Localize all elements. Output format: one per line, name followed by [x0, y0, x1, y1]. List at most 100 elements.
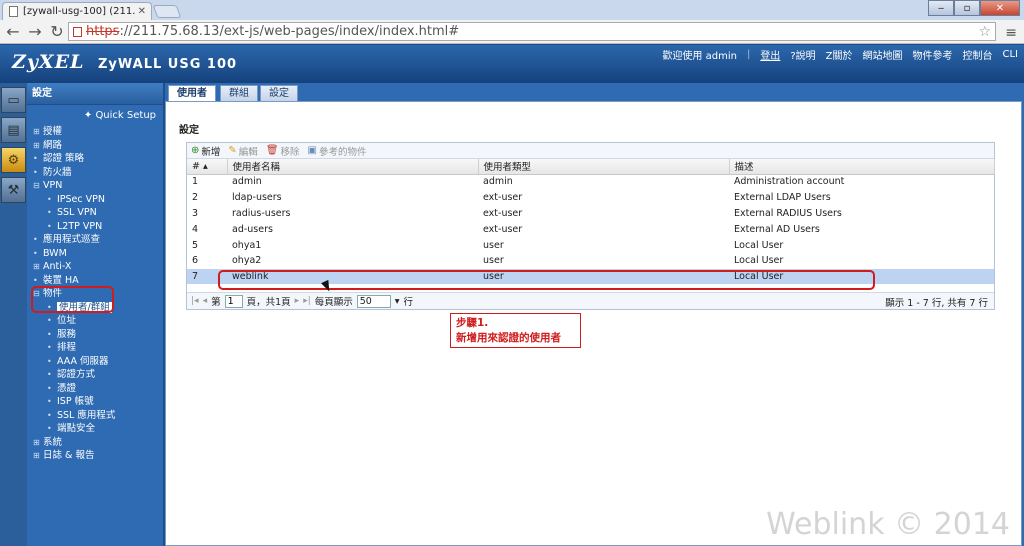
sidebar-item[interactable]: • SSL 應用程式: [33, 409, 163, 423]
table-row[interactable]: 3 radius-users ext-user External RADIUS Use…: [187, 205, 994, 222]
sidebar-item-label: 認證方式: [57, 369, 96, 380]
table-row[interactable]: 4 ad-users ext-user External AD Users: [187, 221, 994, 238]
sitemap-link[interactable]: 網站地圖: [862, 47, 902, 62]
collapse-icon[interactable]: ⊟: [33, 287, 43, 301]
table-cell: user: [478, 268, 729, 286]
tab-bar: 使用者 群組 設定: [165, 83, 1024, 102]
maximize-button[interactable]: ▫: [954, 0, 980, 16]
reference-button[interactable]: ▣ 參考的物件: [308, 144, 367, 158]
first-page-icon[interactable]: |◂: [191, 296, 199, 306]
column-header-description[interactable]: 描述: [729, 159, 995, 175]
insecure-lock-icon: [73, 26, 82, 37]
expand-icon[interactable]: ⊞: [33, 260, 43, 274]
back-arrow-icon[interactable]: ←: [4, 22, 22, 41]
console-link[interactable]: 控制台: [962, 47, 992, 62]
sidebar-item[interactable]: ⊞ 網路: [33, 139, 163, 153]
sidebar-item[interactable]: • 服務: [33, 328, 163, 342]
quick-setup-link[interactable]: ✦ Quick Setup: [27, 105, 163, 123]
column-header-username[interactable]: 使用者名稱: [227, 159, 479, 175]
sidebar-item[interactable]: ⊞ Anti-X: [33, 260, 163, 274]
help-link[interactable]: ?說明: [790, 47, 815, 62]
new-tab-button[interactable]: [152, 5, 182, 18]
sidebar-item[interactable]: • 憑證: [33, 382, 163, 396]
bookmark-star-icon[interactable]: ☆: [978, 24, 991, 40]
expand-icon[interactable]: ⊞: [33, 125, 43, 139]
sidebar-item-label: 端點安全: [57, 423, 96, 434]
sidebar-item[interactable]: • 認證 策略: [33, 152, 163, 166]
add-button[interactable]: ⊕ 新增: [191, 144, 220, 158]
sidebar-item[interactable]: ⊞ 授權: [33, 125, 163, 139]
sidebar-item[interactable]: • 認證方式: [33, 368, 163, 382]
close-window-button[interactable]: ✕: [980, 0, 1020, 16]
sidebar-item[interactable]: ⊞ 系統: [33, 436, 163, 450]
sidebar-item-label: L2TP VPN: [57, 220, 103, 232]
column-header-usertype[interactable]: 使用者類型: [478, 159, 730, 175]
edit-button[interactable]: ✎ 編輯: [228, 144, 257, 158]
monitor-icon[interactable]: ▤: [1, 117, 26, 143]
object-reference-link[interactable]: 物件參考: [912, 47, 952, 62]
sort-asc-icon: ▴: [203, 160, 208, 172]
remove-button[interactable]: 🗑 移除: [266, 144, 300, 158]
tab-close-icon[interactable]: ✕: [138, 6, 146, 17]
tab-settings[interactable]: 設定: [260, 85, 298, 101]
url-path: ://211.75.68.13/ext-js/web-pages/index/i…: [119, 24, 460, 39]
sidebar-item[interactable]: • 應用程式巡查: [33, 233, 163, 247]
maintenance-icon[interactable]: ⚒: [1, 177, 26, 203]
next-page-icon[interactable]: ▸: [295, 296, 300, 306]
column-header-index[interactable]: # ▴: [187, 159, 228, 175]
table-row[interactable]: 7 weblink user Local User: [187, 268, 994, 286]
table-row[interactable]: 6 ohya2 user Local User: [187, 252, 994, 270]
sidebar-item[interactable]: • IPSec VPN: [33, 193, 163, 207]
table-row[interactable]: 1 admin admin Administration account: [187, 174, 994, 191]
sidebar-item[interactable]: • ISP 帳號: [33, 395, 163, 409]
callout-line-2: 新增用來認證的使用者: [456, 332, 561, 344]
sidebar-item[interactable]: • 端點安全: [33, 422, 163, 436]
prev-page-icon[interactable]: ◂: [203, 296, 208, 306]
expand-icon[interactable]: ⊞: [33, 139, 43, 153]
cli-link[interactable]: CLI: [1002, 49, 1018, 60]
browser-tab[interactable]: [zywall-usg-100] (211.75 ✕: [2, 2, 152, 20]
table-row[interactable]: 5 ohya1 user Local User: [187, 237, 994, 254]
sidebar-item[interactable]: • L2TP VPN: [33, 220, 163, 234]
configuration-gear-icon[interactable]: ⚙: [1, 147, 26, 173]
sidebar-item-label: 授權: [43, 126, 63, 137]
sidebar-item[interactable]: ⊟ VPN: [33, 179, 163, 193]
sidebar-item[interactable]: • 裝置 HA: [33, 274, 163, 288]
tab-groups[interactable]: 群組: [220, 85, 258, 101]
chevron-down-icon[interactable]: ▾: [395, 296, 400, 307]
expand-icon[interactable]: ⊞: [33, 449, 43, 463]
collapse-icon[interactable]: ⊟: [33, 179, 43, 193]
last-page-icon[interactable]: ▸|: [303, 296, 311, 306]
forward-arrow-icon[interactable]: →: [26, 22, 44, 41]
table-cell: ext-user: [478, 221, 729, 238]
sidebar-item[interactable]: • 位址: [33, 314, 163, 328]
tab-title: [zywall-usg-100] (211.75: [23, 6, 135, 17]
about-link[interactable]: Z關於: [826, 47, 853, 62]
minimize-button[interactable]: ‒: [928, 0, 954, 16]
per-page-select[interactable]: 50: [356, 294, 391, 308]
reload-icon[interactable]: ↻: [48, 22, 66, 41]
sidebar-item[interactable]: • BWM: [33, 247, 163, 261]
sidebar-item[interactable]: • AAA 伺服器: [33, 355, 163, 369]
page-number-input[interactable]: [224, 294, 243, 308]
page-prefix: 第: [211, 297, 221, 308]
pager-summary: 顯示 1 - 7 行, 共有 7 行: [885, 298, 988, 309]
tab-users[interactable]: 使用者: [168, 85, 216, 102]
table-cell: ohya1: [227, 237, 478, 254]
reference-icon: ▣: [307, 145, 317, 156]
dashboard-icon[interactable]: ▭: [1, 87, 26, 113]
sidebar-item[interactable]: • 使用者/群組: [33, 301, 163, 315]
table-row[interactable]: 2 ldap-users ext-user External LDAP Users: [187, 189, 994, 207]
sidebar-item[interactable]: ⊞ 日誌 & 報告: [33, 449, 163, 463]
sidebar-item[interactable]: • 防火牆: [33, 166, 163, 180]
sidebar-item[interactable]: • 排程: [33, 341, 163, 355]
expand-icon[interactable]: ⊞: [33, 436, 43, 450]
sidebar-item[interactable]: • SSL VPN: [33, 206, 163, 220]
sidebar-item[interactable]: ⊟ 物件: [33, 287, 163, 301]
address-bar[interactable]: https ://211.75.68.13/ext-js/web-pages/i…: [68, 22, 996, 41]
table-cell: ldap-users: [227, 189, 478, 207]
menu-icon[interactable]: ≡: [1005, 25, 1017, 41]
logout-link[interactable]: 登出: [760, 47, 780, 62]
sidebar-item-label: 位址: [57, 315, 77, 326]
sidebar-item-label: ISP 帳號: [57, 396, 94, 407]
